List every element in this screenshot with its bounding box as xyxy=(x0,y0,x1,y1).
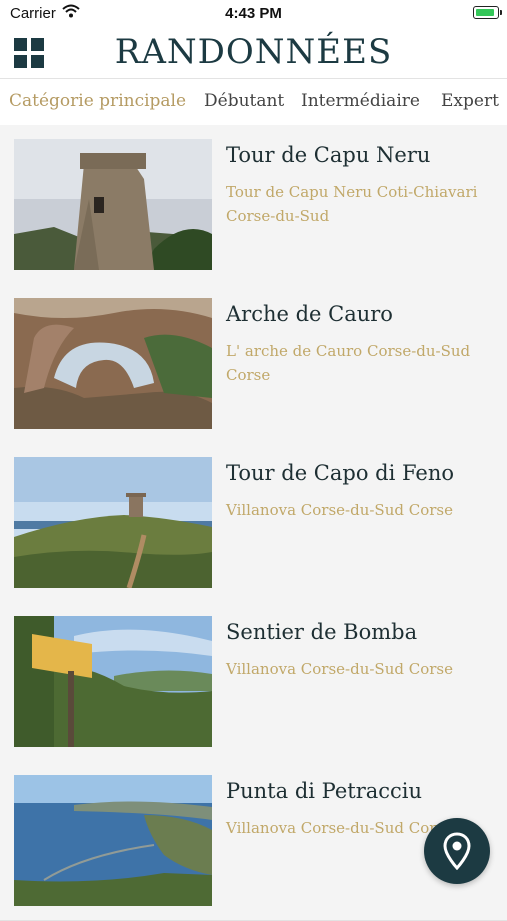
tab-expert[interactable]: Expert xyxy=(441,91,499,111)
hike-title: Arche de Cauro xyxy=(226,302,393,326)
bay-view-photo xyxy=(14,775,212,906)
map-button[interactable] xyxy=(424,818,490,884)
list-item-tour-de-capo-di-feno[interactable]: Tour de Capo di Feno Villanova Corse-du-… xyxy=(0,443,507,603)
app-header: RANDONNÉES xyxy=(0,28,507,79)
tab-main-category[interactable]: Catégorie principale xyxy=(9,91,186,111)
category-tabs: Catégorie principale Débutant Intermédia… xyxy=(0,79,507,126)
list-item-arche-de-cauro[interactable]: Arche de Cauro L' arche de Cauro Corse-d… xyxy=(0,284,507,444)
clock: 4:43 PM xyxy=(225,5,282,22)
list-item-tour-de-capu-neru[interactable]: Tour de Capu Neru Tour de Capu Neru Coti… xyxy=(0,125,507,285)
hike-location: L' arche de Cauro Corse-du-Sud Corse xyxy=(226,342,471,384)
hike-title: Punta di Petracciu xyxy=(226,779,423,803)
trail-sign-photo xyxy=(14,616,212,747)
map-pin-icon xyxy=(443,832,471,870)
hike-title: Sentier de Bomba xyxy=(226,620,418,644)
status-bar: Carrier 4:43 PM xyxy=(0,0,507,28)
tab-beginner[interactable]: Débutant xyxy=(204,91,284,111)
hike-title: Tour de Capu Neru xyxy=(226,143,431,167)
hike-title: Tour de Capo di Feno xyxy=(226,461,455,485)
list-item-sentier-de-bomba[interactable]: Sentier de Bomba Villanova Corse-du-Sud … xyxy=(0,602,507,762)
coastal-tower-photo xyxy=(14,457,212,588)
hike-location: Villanova Corse-du-Sud Corse xyxy=(226,501,453,519)
hike-location: Tour de Capu Neru Coti-Chiavari Corse-du… xyxy=(226,183,478,225)
rock-arch-photo xyxy=(14,298,212,429)
tab-intermediate[interactable]: Intermédiaire xyxy=(301,91,420,111)
battery-icon xyxy=(473,6,502,19)
hike-location: Villanova Corse-du-Sud Corse xyxy=(226,660,453,678)
stone-tower-photo xyxy=(14,139,212,270)
page-title: RANDONNÉES xyxy=(114,32,393,72)
